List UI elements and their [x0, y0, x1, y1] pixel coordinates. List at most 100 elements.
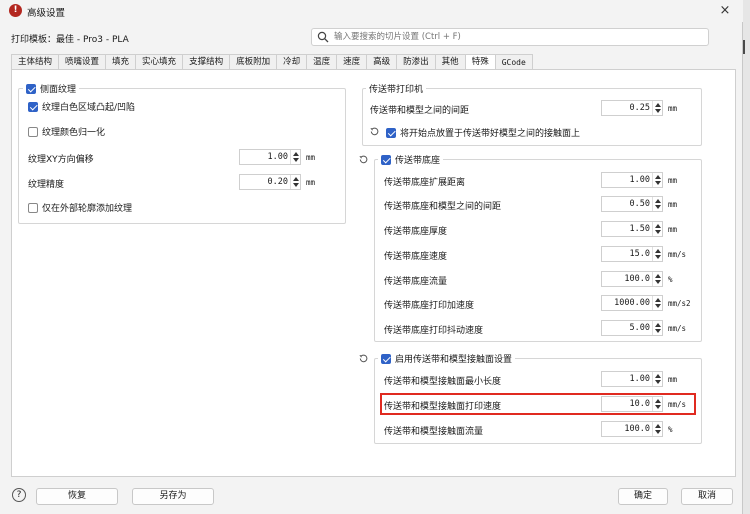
- base-value[interactable]: 1000.00: [614, 298, 650, 308]
- texture-offset-stepper[interactable]: 1.00: [239, 149, 301, 165]
- arrow-down-icon[interactable]: [655, 181, 661, 185]
- tab-build-plate[interactable]: 底板附加: [229, 54, 277, 70]
- tab-solid-infill[interactable]: 实心填充: [135, 54, 183, 70]
- base-unit: mm: [668, 225, 678, 234]
- spin-arrows[interactable]: [652, 247, 662, 261]
- outer-only-checkbox[interactable]: [28, 202, 38, 213]
- spin-arrows[interactable]: [652, 197, 662, 211]
- base-value[interactable]: 100.0: [624, 274, 650, 284]
- reset-icon[interactable]: [358, 154, 369, 165]
- interface-value[interactable]: 100.0: [624, 424, 650, 434]
- reset-icon[interactable]: [358, 353, 369, 364]
- cancel-button[interactable]: 取消: [681, 488, 733, 505]
- tab-advanced[interactable]: 高级: [366, 54, 397, 70]
- base-stepper[interactable]: 15.0: [601, 246, 663, 262]
- arrow-up-icon[interactable]: [293, 152, 299, 156]
- base-stepper[interactable]: 1.00: [601, 172, 663, 188]
- arrow-down-icon[interactable]: [655, 380, 661, 384]
- base-stepper[interactable]: 1.50: [601, 221, 663, 237]
- arrow-down-icon[interactable]: [655, 255, 661, 259]
- spin-arrows[interactable]: [652, 321, 662, 335]
- arrow-down-icon[interactable]: [655, 205, 661, 209]
- texture-precision-stepper[interactable]: 0.20: [239, 174, 301, 190]
- spin-arrows[interactable]: [652, 422, 662, 436]
- arrow-down-icon[interactable]: [655, 304, 661, 308]
- outer-only-option[interactable]: 仅在外部轮廓添加纹理: [28, 201, 132, 214]
- conveyor-base-checkbox[interactable]: [381, 154, 391, 165]
- texture-offset-value[interactable]: 1.00: [268, 152, 288, 162]
- spin-arrows[interactable]: [290, 175, 300, 189]
- arrow-up-icon[interactable]: [293, 177, 299, 181]
- conveyor-gap-value[interactable]: 0.25: [630, 103, 650, 113]
- tab-cooling[interactable]: 冷却: [276, 54, 307, 70]
- arrow-up-icon[interactable]: [655, 199, 661, 203]
- help-icon[interactable]: ?: [12, 488, 26, 502]
- arrow-down-icon[interactable]: [655, 109, 661, 113]
- tab-special[interactable]: 特殊: [464, 54, 495, 70]
- arrow-down-icon[interactable]: [655, 329, 661, 333]
- search-input[interactable]: [334, 30, 704, 44]
- spin-arrows[interactable]: [290, 150, 300, 164]
- arrow-up-icon[interactable]: [655, 224, 661, 228]
- place-start-checkbox[interactable]: [386, 127, 396, 138]
- tab-infill[interactable]: 填充: [105, 54, 136, 70]
- texture-convex-option[interactable]: 纹理白色区域凸起/凹陷: [28, 100, 135, 113]
- save-as-button[interactable]: 另存为: [132, 488, 214, 505]
- texture-convex-checkbox[interactable]: [28, 101, 38, 112]
- base-value[interactable]: 15.0: [630, 249, 650, 259]
- arrow-down-icon[interactable]: [655, 230, 661, 234]
- spin-arrows[interactable]: [652, 101, 662, 115]
- interface-value[interactable]: 1.00: [630, 374, 650, 384]
- base-label: 传送带底座扩展距离: [384, 178, 466, 188]
- spin-arrows[interactable]: [652, 272, 662, 286]
- arrow-up-icon[interactable]: [655, 298, 661, 302]
- texture-normalize-checkbox[interactable]: [28, 126, 38, 137]
- base-value[interactable]: 1.50: [630, 224, 650, 234]
- arrow-up-icon[interactable]: [655, 274, 661, 278]
- arrow-down-icon[interactable]: [293, 183, 299, 187]
- interface-stepper[interactable]: 100.0: [601, 421, 663, 437]
- tab-main-structure[interactable]: 主体结构: [11, 54, 59, 70]
- arrow-up-icon[interactable]: [655, 103, 661, 107]
- reset-icon[interactable]: [369, 126, 380, 137]
- arrow-up-icon[interactable]: [655, 249, 661, 253]
- arrow-down-icon[interactable]: [655, 430, 661, 434]
- arrow-up-icon[interactable]: [655, 424, 661, 428]
- base-stepper[interactable]: 100.0: [601, 271, 663, 287]
- texture-precision-value[interactable]: 0.20: [268, 177, 288, 187]
- tab-other[interactable]: 其他: [434, 54, 465, 70]
- base-stepper[interactable]: 0.50: [601, 196, 663, 212]
- place-start-option[interactable]: 将开始点放置于传送带好模型之间的接触面上: [386, 126, 580, 139]
- base-unit: %: [668, 275, 673, 284]
- arrow-up-icon[interactable]: [655, 175, 661, 179]
- arrow-up-icon[interactable]: [655, 323, 661, 327]
- tab-anti-ooze[interactable]: 防渗出: [396, 54, 435, 70]
- close-icon[interactable]: ×: [716, 2, 734, 20]
- conveyor-interface-checkbox[interactable]: [381, 353, 391, 364]
- base-value[interactable]: 1.00: [630, 175, 650, 185]
- texture-normalize-option[interactable]: 纹理颜色归一化: [28, 125, 105, 138]
- arrow-up-icon[interactable]: [655, 374, 661, 378]
- spin-arrows[interactable]: [652, 296, 662, 310]
- ok-button[interactable]: 确定: [618, 488, 668, 505]
- texture-precision-unit: mm: [306, 178, 316, 187]
- tab-temperature[interactable]: 温度: [306, 54, 337, 70]
- tab-nozzle[interactable]: 喷嘴设置: [58, 54, 106, 70]
- base-stepper[interactable]: 1000.00: [601, 295, 663, 311]
- base-value[interactable]: 0.50: [630, 199, 650, 209]
- arrow-down-icon[interactable]: [293, 158, 299, 162]
- base-value[interactable]: 5.00: [630, 323, 650, 333]
- spin-arrows[interactable]: [652, 372, 662, 386]
- spin-arrows[interactable]: [652, 222, 662, 236]
- side-texture-checkbox[interactable]: [26, 83, 36, 94]
- restore-button[interactable]: 恢复: [36, 488, 118, 505]
- tab-speed[interactable]: 速度: [336, 54, 367, 70]
- interface-stepper[interactable]: 1.00: [601, 371, 663, 387]
- arrow-down-icon[interactable]: [655, 280, 661, 284]
- spin-arrows[interactable]: [652, 173, 662, 187]
- conveyor-gap-stepper[interactable]: 0.25: [601, 100, 663, 116]
- tab-support[interactable]: 支撑结构: [182, 54, 230, 70]
- search-box[interactable]: [311, 28, 709, 46]
- base-stepper[interactable]: 5.00: [601, 320, 663, 336]
- tab-gcode[interactable]: GCode: [494, 54, 533, 70]
